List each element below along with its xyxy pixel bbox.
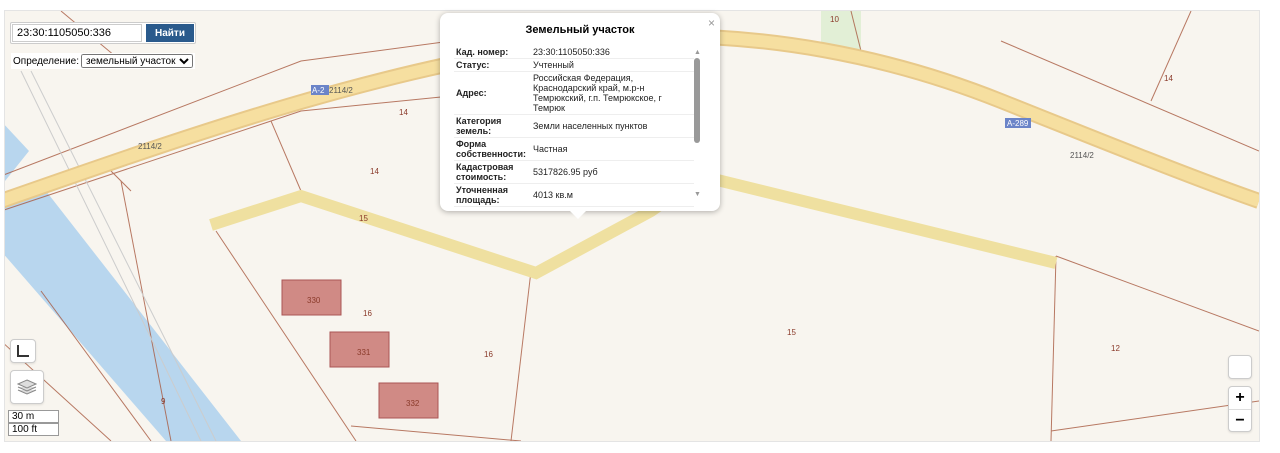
info-value: Земли населенных пунктов [531,114,694,138]
road-badge: А-2 [312,86,325,95]
info-value: 23:30:1105050:336 [531,46,694,59]
ruler-icon [17,345,29,357]
parcel-popup: Земельный участок × Кад. номер: 23:30:110… [440,13,720,219]
info-key: Статус: [454,58,531,72]
info-value: Учтенный [531,58,694,72]
parcel-label: 12 [1111,344,1120,353]
search-button[interactable]: Найти [146,24,194,42]
building-label: 330 [307,296,321,305]
info-row: Кадастровая стоимость: 5317826.95 руб [454,160,694,184]
scale-imperial: 100 ft [8,423,59,436]
info-row: Статус: Учтенный [454,58,694,72]
info-value: 5317826.95 руб [531,160,694,184]
info-value: Российская Федерация, Краснодарский край… [531,71,694,115]
parcel-label: 10 [830,15,839,24]
info-row: Форма собственности: Частная [454,137,694,161]
zoom-out-button[interactable]: − [1235,410,1244,432]
measure-button[interactable] [10,339,36,363]
parcel-label: 14 [370,167,379,176]
zoom-control: + − [1228,386,1252,432]
close-icon[interactable]: × [708,16,715,30]
cadastral-search-input[interactable] [12,24,142,42]
parcel-label: 14 [399,108,408,117]
parcel-label: 15 [359,214,368,223]
info-row: Кад. номер: 23:30:1105050:336 [454,46,694,59]
info-key: Кад. номер: [454,46,531,59]
parcel-label: 16 [484,350,493,359]
road-label: 2114/2 [329,86,353,95]
building-label: 332 [406,399,420,408]
info-key: Уточненная площадь: [454,183,531,207]
info-key: Адрес: [454,71,531,115]
info-row: Уточненная площадь: 4013 кв.м [454,183,694,207]
layers-button[interactable] [10,370,44,404]
parcel-info-table: Кад. номер: 23:30:1105050:336 Статус: Учтен… [454,46,694,207]
info-value: Частная [531,137,694,161]
zoom-in-button[interactable]: + [1229,387,1251,410]
info-key: Категория земель: [454,114,531,138]
info-key: Кадастровая стоимость: [454,160,531,184]
popup-scrollbar[interactable]: ▲ ▼ [694,49,701,199]
road-label: 2114/2 [1070,151,1094,160]
building-label: 331 [357,348,371,357]
river-small [5,125,29,181]
definition-label: Определение: [13,55,80,67]
layers-icon [17,379,37,395]
info-key: Форма собственности: [454,137,531,161]
parcel-label: 9 [161,397,166,406]
definition-control: Определение: земельный участок [11,53,196,69]
search-bar: Найти [10,22,196,44]
map-option-button[interactable] [1228,355,1252,379]
parcel-label: 16 [363,309,372,318]
info-value: 4013 кв.м [531,183,694,207]
info-row: Категория земель: Земли населенных пункто… [454,114,694,138]
road-badge: А-289 [1007,119,1029,128]
definition-select[interactable]: земельный участок [81,54,194,68]
scale-metric: 30 m [8,410,59,423]
road-label: 2114/2 [138,142,162,151]
info-row: Адрес: Российская Федерация, Краснодарски… [454,71,694,115]
parcel-label: 14 [1164,74,1173,83]
popup-title: Земельный участок [525,24,635,36]
parcel-label: 15 [787,328,796,337]
